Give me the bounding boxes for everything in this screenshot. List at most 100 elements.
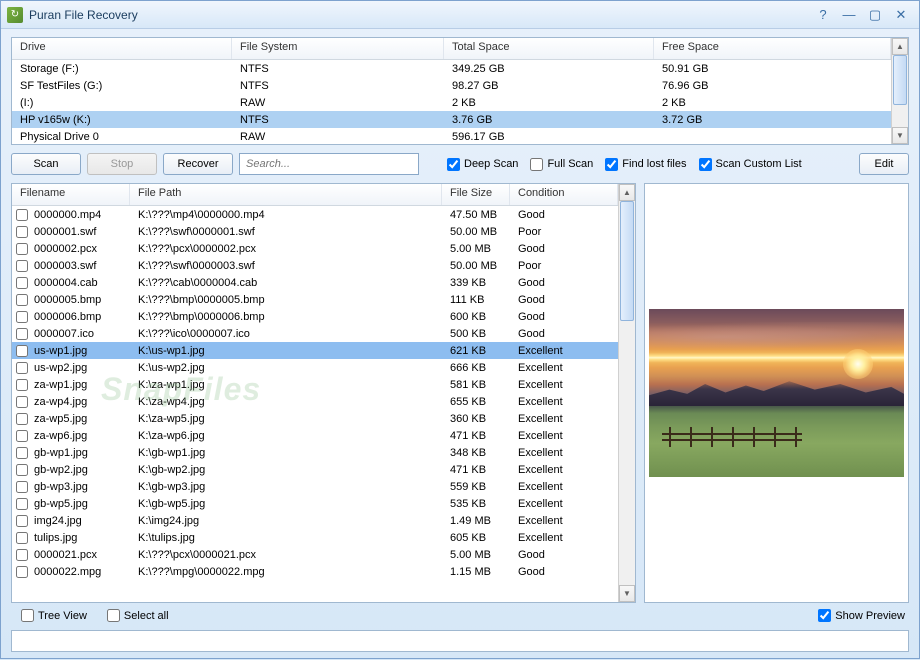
recover-button[interactable]: Recover	[163, 153, 233, 175]
file-name: 0000001.swf	[32, 226, 130, 238]
drives-header: Drive File System Total Space Free Space	[12, 38, 891, 60]
scroll-up-icon[interactable]: ▲	[892, 38, 908, 55]
file-condition: Excellent	[510, 362, 618, 374]
file-row[interactable]: za-wp6.jpgK:\za-wp6.jpg471 KBExcellent	[12, 427, 618, 444]
col-filename[interactable]: Filename	[12, 184, 130, 205]
maximize-button[interactable]: ▢	[863, 6, 887, 24]
col-condition[interactable]: Condition	[510, 184, 618, 205]
file-checkbox[interactable]	[12, 294, 32, 306]
col-filepath[interactable]: File Path	[130, 184, 442, 205]
file-checkbox[interactable]	[12, 464, 32, 476]
select-all-checkbox[interactable]: Select all	[107, 609, 169, 622]
file-row[interactable]: 0000003.swfK:\???\swf\0000003.swf50.00 M…	[12, 257, 618, 274]
scan-button[interactable]: Scan	[11, 153, 81, 175]
stop-button[interactable]: Stop	[87, 153, 157, 175]
file-path: K:\za-wp5.jpg	[130, 413, 442, 425]
file-checkbox[interactable]	[12, 277, 32, 289]
drives-body: Storage (F:)NTFS349.25 GB50.91 GBSF Test…	[12, 60, 891, 144]
file-checkbox[interactable]	[12, 447, 32, 459]
drive-row[interactable]: Physical Drive 0RAW596.17 GB	[12, 128, 891, 144]
file-row[interactable]: 0000007.icoK:\???\ico\0000007.ico500 KBG…	[12, 325, 618, 342]
file-row[interactable]: 0000021.pcxK:\???\pcx\0000021.pcx5.00 MB…	[12, 546, 618, 563]
col-drive[interactable]: Drive	[12, 38, 232, 59]
file-checkbox[interactable]	[12, 498, 32, 510]
file-row[interactable]: tulips.jpgK:\tulips.jpg605 KBExcellent	[12, 529, 618, 546]
file-path: K:\???\swf\0000001.swf	[130, 226, 442, 238]
file-checkbox[interactable]	[12, 515, 32, 527]
file-checkbox[interactable]	[12, 532, 32, 544]
file-row[interactable]: us-wp1.jpgK:\us-wp1.jpg621 KBExcellent	[12, 342, 618, 359]
file-checkbox[interactable]	[12, 345, 32, 357]
help-button[interactable]: ?	[811, 6, 835, 24]
drive-free	[654, 136, 891, 138]
file-row[interactable]: 0000004.cabK:\???\cab\0000004.cab339 KBG…	[12, 274, 618, 291]
file-checkbox[interactable]	[12, 328, 32, 340]
bottom-bar: Tree View Select all Show Preview	[11, 607, 909, 624]
drive-row[interactable]: (I:)RAW2 KB2 KB	[12, 94, 891, 111]
drive-row[interactable]: SF TestFiles (G:)NTFS98.27 GB76.96 GB	[12, 77, 891, 94]
file-row[interactable]: img24.jpgK:\img24.jpg1.49 MBExcellent	[12, 512, 618, 529]
file-row[interactable]: 0000000.mp4K:\???\mp4\0000000.mp447.50 M…	[12, 206, 618, 223]
scroll-up-icon[interactable]: ▲	[619, 184, 635, 201]
file-condition: Excellent	[510, 430, 618, 442]
file-name: za-wp1.jpg	[32, 379, 130, 391]
file-checkbox[interactable]	[12, 481, 32, 493]
file-checkbox[interactable]	[12, 311, 32, 323]
search-input[interactable]	[239, 153, 419, 175]
file-checkbox[interactable]	[12, 209, 32, 221]
file-checkbox[interactable]	[12, 549, 32, 561]
file-checkbox[interactable]	[12, 243, 32, 255]
scroll-down-icon[interactable]: ▼	[892, 127, 908, 144]
full-scan-checkbox[interactable]: Full Scan	[530, 158, 593, 171]
drive-fs: RAW	[232, 96, 444, 110]
close-button[interactable]: ✕	[889, 6, 913, 24]
col-filesize[interactable]: File Size	[442, 184, 510, 205]
scan-custom-checkbox[interactable]: Scan Custom List	[699, 158, 802, 171]
drive-row[interactable]: HP v165w (K:)NTFS3.76 GB3.72 GB	[12, 111, 891, 128]
edit-button[interactable]: Edit	[859, 153, 909, 175]
find-lost-checkbox[interactable]: Find lost files	[605, 158, 686, 171]
show-preview-checkbox[interactable]: Show Preview	[818, 609, 905, 622]
file-row[interactable]: us-wp2.jpgK:\us-wp2.jpg666 KBExcellent	[12, 359, 618, 376]
file-row[interactable]: 0000006.bmpK:\???\bmp\0000006.bmp600 KBG…	[12, 308, 618, 325]
scroll-thumb[interactable]	[893, 55, 907, 105]
file-size: 600 KB	[442, 311, 510, 323]
file-name: 0000000.mp4	[32, 209, 130, 221]
scroll-thumb[interactable]	[620, 201, 634, 321]
file-row[interactable]: 0000002.pcxK:\???\pcx\0000002.pcx5.00 MB…	[12, 240, 618, 257]
col-total-space[interactable]: Total Space	[444, 38, 654, 59]
file-row[interactable]: za-wp1.jpgK:\za-wp1.jpg581 KBExcellent	[12, 376, 618, 393]
file-checkbox[interactable]	[12, 226, 32, 238]
files-scrollbar[interactable]: ▲ ▼	[618, 184, 635, 602]
file-size: 360 KB	[442, 413, 510, 425]
file-checkbox[interactable]	[12, 379, 32, 391]
scroll-down-icon[interactable]: ▼	[619, 585, 635, 602]
file-checkbox[interactable]	[12, 260, 32, 272]
file-name: 0000002.pcx	[32, 243, 130, 255]
file-row[interactable]: gb-wp3.jpgK:\gb-wp3.jpg559 KBExcellent	[12, 478, 618, 495]
tree-view-checkbox[interactable]: Tree View	[21, 609, 87, 622]
deep-scan-checkbox[interactable]: Deep Scan	[447, 158, 518, 171]
minimize-button[interactable]: —	[837, 6, 861, 24]
file-checkbox[interactable]	[12, 362, 32, 374]
file-row[interactable]: gb-wp5.jpgK:\gb-wp5.jpg535 KBExcellent	[12, 495, 618, 512]
file-checkbox[interactable]	[12, 413, 32, 425]
file-row[interactable]: 0000022.mpgK:\???\mpg\0000022.mpg1.15 MB…	[12, 563, 618, 580]
file-checkbox[interactable]	[12, 430, 32, 442]
file-row[interactable]: gb-wp2.jpgK:\gb-wp2.jpg471 KBExcellent	[12, 461, 618, 478]
drive-row[interactable]: Storage (F:)NTFS349.25 GB50.91 GB	[12, 60, 891, 77]
file-size: 666 KB	[442, 362, 510, 374]
file-name: us-wp1.jpg	[32, 345, 130, 357]
file-checkbox[interactable]	[12, 396, 32, 408]
file-checkbox[interactable]	[12, 566, 32, 578]
file-row[interactable]: za-wp5.jpgK:\za-wp5.jpg360 KBExcellent	[12, 410, 618, 427]
col-free-space[interactable]: Free Space	[654, 38, 891, 59]
content-area: Drive File System Total Space Free Space…	[1, 29, 919, 660]
file-condition: Good	[510, 311, 618, 323]
file-row[interactable]: 0000005.bmpK:\???\bmp\0000005.bmp111 KBG…	[12, 291, 618, 308]
file-row[interactable]: za-wp4.jpgK:\za-wp4.jpg655 KBExcellent	[12, 393, 618, 410]
col-filesystem[interactable]: File System	[232, 38, 444, 59]
file-row[interactable]: gb-wp1.jpgK:\gb-wp1.jpg348 KBExcellent	[12, 444, 618, 461]
drives-scrollbar[interactable]: ▲ ▼	[891, 38, 908, 144]
file-row[interactable]: 0000001.swfK:\???\swf\0000001.swf50.00 M…	[12, 223, 618, 240]
